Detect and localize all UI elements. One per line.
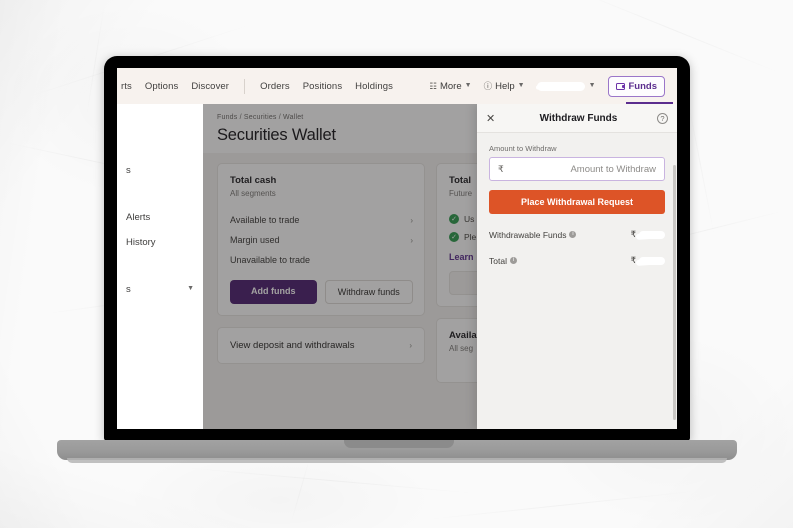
chevron-down-icon: ▼ bbox=[588, 81, 596, 89]
check-item-label: Us bbox=[464, 214, 475, 224]
nav-item-help[interactable]: ⓘ Help ▼ bbox=[484, 80, 525, 92]
check-circle-icon: ✓ bbox=[449, 232, 459, 242]
withdrawable-funds-label: Withdrawable Funds bbox=[489, 229, 567, 240]
rupee-icon: ₹ bbox=[498, 163, 504, 174]
stat-row-available-to-trade[interactable]: Available to trade › bbox=[230, 210, 413, 230]
info-icon[interactable]: i bbox=[569, 231, 577, 238]
top-nav-left-group: rts Options Discover Orders Positions Ho… bbox=[117, 78, 393, 94]
nav-item-more[interactable]: ☷ More ▼ bbox=[429, 81, 471, 92]
drawer-body: Amount to Withdraw ₹ Amount to Withdraw … bbox=[477, 133, 677, 429]
withdraw-funds-button[interactable]: Withdraw funds bbox=[324, 280, 413, 304]
info-icon[interactable]: i bbox=[509, 257, 517, 264]
summary-row-withdrawable-funds: Withdrawable Funds i ₹ bbox=[489, 229, 665, 240]
total-cash-card: Total cash All segments Available to tra… bbox=[217, 163, 425, 316]
total-cash-header: Total cash All segments bbox=[230, 175, 413, 198]
funds-button[interactable]: Funds bbox=[607, 75, 665, 97]
laptop-screen: rts Options Discover Orders Positions Ho… bbox=[117, 68, 677, 429]
amount-input-placeholder: Amount to Withdraw bbox=[570, 163, 656, 175]
sidebar-item-alerts[interactable]: Alerts bbox=[117, 205, 203, 230]
sidebar-item-label: s bbox=[126, 165, 131, 176]
stat-row-unavailable-to-trade: Unavailable to trade bbox=[230, 250, 413, 270]
drawer-title: Withdraw Funds bbox=[539, 112, 618, 124]
laptop-base-notch bbox=[344, 440, 454, 448]
close-icon[interactable]: ✕ bbox=[486, 112, 500, 125]
chevron-right-icon: › bbox=[410, 215, 413, 225]
nav-more-label: More bbox=[439, 80, 462, 92]
app-top-nav: rts Options Discover Orders Positions Ho… bbox=[117, 68, 677, 104]
chevron-down-icon: ▼ bbox=[187, 285, 194, 292]
rupee-icon: ₹ bbox=[630, 229, 636, 239]
redacted-value bbox=[376, 236, 407, 244]
total-label: Total bbox=[489, 255, 507, 266]
cash-card-actions: Add funds Withdraw funds bbox=[230, 280, 413, 304]
sidebar-item-orders[interactable]: s bbox=[117, 158, 203, 183]
question-circle-icon[interactable]: ? bbox=[657, 112, 668, 124]
check-circle-icon: ✓ bbox=[449, 214, 459, 224]
sidebar: s Alerts History s ▼ bbox=[117, 104, 203, 429]
account-name-redacted bbox=[536, 81, 585, 91]
view-deposits-label: View deposit and withdrawals bbox=[230, 340, 355, 351]
redacted-value bbox=[376, 216, 407, 224]
redacted-value bbox=[279, 189, 314, 198]
drawer-scrollbar[interactable] bbox=[673, 165, 676, 420]
nav-item-options[interactable]: Options bbox=[145, 81, 178, 92]
sidebar-item-label: History bbox=[126, 237, 156, 248]
drawer-header: ✕ Withdraw Funds ? bbox=[477, 104, 677, 133]
nav-divider bbox=[244, 78, 246, 94]
place-withdrawal-request-button[interactable]: Place Withdrawal Request bbox=[489, 190, 665, 214]
add-funds-button[interactable]: Add funds bbox=[230, 280, 317, 304]
summary-row-total: Total i ₹ bbox=[489, 255, 665, 266]
sidebar-item-history[interactable]: History bbox=[117, 230, 203, 255]
nav-item-holdings[interactable]: Holdings bbox=[355, 81, 393, 92]
sidebar-item-label: Alerts bbox=[126, 212, 151, 223]
top-nav-right-group: ☷ More ▼ ⓘ Help ▼ ▼ Funds bbox=[429, 75, 669, 97]
laptop-base-lip bbox=[67, 458, 727, 463]
sidebar-item-reports[interactable]: s ▼ bbox=[117, 277, 203, 302]
chevron-right-icon: › bbox=[410, 235, 413, 245]
nav-item-charts[interactable]: rts bbox=[121, 81, 132, 92]
total-cash-subtitle-label: All segments bbox=[230, 189, 276, 198]
sidebar-item-label: s bbox=[126, 284, 131, 295]
grid-icon: ☷ bbox=[429, 80, 437, 91]
redacted-total-cash-value bbox=[367, 181, 413, 190]
stat-label: Available to trade bbox=[230, 215, 300, 225]
left-column: Total cash All segments Available to tra… bbox=[217, 163, 425, 364]
withdraw-funds-drawer: ✕ Withdraw Funds ? Amount to Withdraw ₹ … bbox=[477, 104, 677, 429]
redacted-value bbox=[375, 255, 413, 265]
total-cash-subtitle: All segments bbox=[230, 189, 314, 198]
question-circle-icon: ⓘ bbox=[483, 81, 493, 91]
wallet-icon bbox=[615, 82, 625, 90]
check-item-label: Ple bbox=[464, 232, 477, 242]
chevron-down-icon: ▼ bbox=[464, 81, 472, 89]
nav-item-discover[interactable]: Discover bbox=[191, 81, 229, 92]
account-menu[interactable]: ▼ bbox=[536, 81, 596, 91]
funds-button-label: Funds bbox=[628, 80, 658, 92]
redacted-value bbox=[639, 230, 665, 239]
amount-to-withdraw-label: Amount to Withdraw bbox=[489, 144, 557, 153]
laptop-mockup: rts Options Discover Orders Positions Ho… bbox=[57, 56, 737, 463]
nav-item-orders[interactable]: Orders bbox=[260, 81, 290, 92]
redacted-value bbox=[639, 256, 665, 265]
chevron-down-icon: ▼ bbox=[517, 81, 525, 89]
view-deposits-withdrawals-row[interactable]: View deposit and withdrawals › bbox=[217, 327, 425, 364]
chevron-right-icon: › bbox=[409, 341, 412, 350]
total-cash-title: Total cash bbox=[230, 175, 277, 186]
amount-to-withdraw-input[interactable]: ₹ Amount to Withdraw bbox=[489, 157, 665, 181]
nav-item-positions[interactable]: Positions bbox=[303, 81, 342, 92]
stat-label: Margin used bbox=[230, 235, 280, 245]
stat-row-margin-used[interactable]: Margin used › bbox=[230, 230, 413, 250]
nav-help-label: Help bbox=[495, 80, 515, 92]
app-body: s Alerts History s ▼ Funds / Securities … bbox=[117, 104, 677, 429]
rupee-icon: ₹ bbox=[630, 255, 636, 265]
stat-label: Unavailable to trade bbox=[230, 255, 311, 265]
